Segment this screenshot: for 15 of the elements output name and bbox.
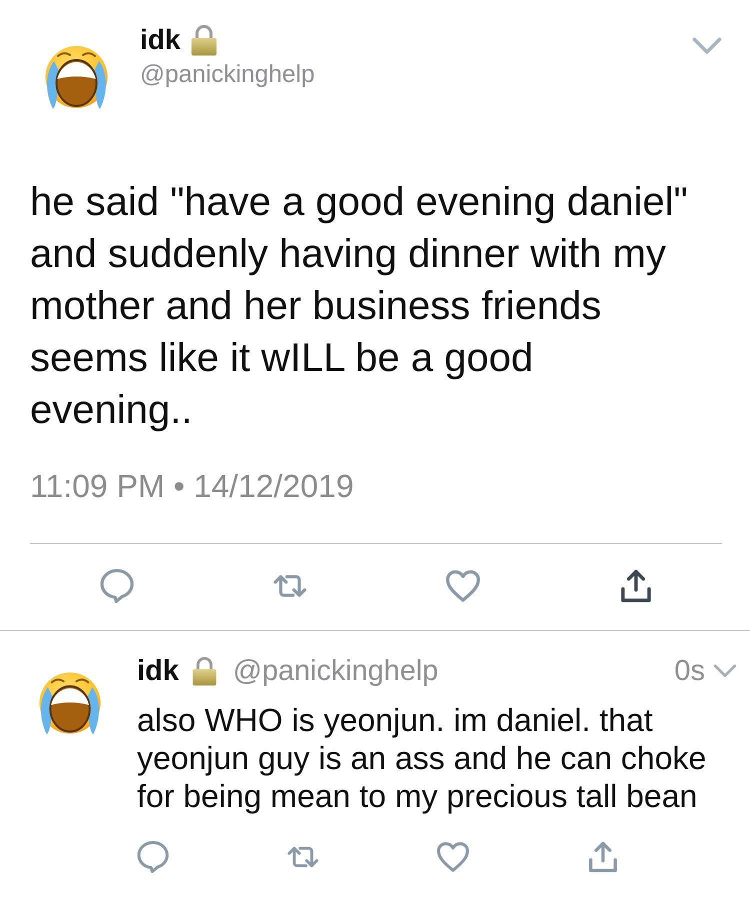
tweet-text: he said "have a good evening daniel" and suddenly having dinner with my mother and her business friends seems like it wILL be a good evening..	[30, 179, 689, 434]
reply-time: 0s	[674, 655, 705, 687]
user-handle: @panickinghelp	[232, 656, 438, 686]
chevron-down-icon[interactable]	[713, 664, 737, 678]
user-handle: @panickinghelp	[140, 60, 315, 90]
share-icon[interactable]	[618, 569, 652, 603]
chevron-down-icon[interactable]	[692, 37, 722, 55]
reply-icon[interactable]	[137, 841, 169, 873]
user-name: idk	[137, 655, 179, 687]
heart-icon[interactable]	[446, 569, 480, 603]
tweet-timestamp: 11:09 PM • 14/12/2019	[30, 468, 354, 504]
heart-icon[interactable]	[437, 841, 469, 873]
reply-text: also WHO is yeonjun. im daniel. that yeonjun guy is an ass and he can choke for being mean to my precious tall bean	[137, 701, 708, 815]
reply-icon[interactable]	[100, 569, 134, 603]
user-name: idk	[140, 24, 180, 56]
